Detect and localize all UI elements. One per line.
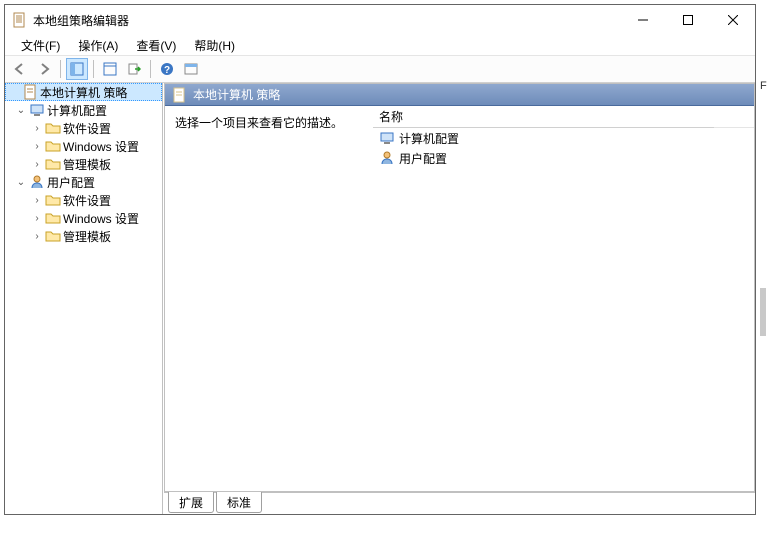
window-title: 本地组策略编辑器 bbox=[33, 12, 620, 29]
list-item-label: 用户配置 bbox=[399, 150, 447, 167]
collapse-icon[interactable]: ⌄ bbox=[15, 105, 27, 116]
computer-icon bbox=[29, 102, 45, 118]
expand-icon[interactable]: › bbox=[31, 123, 43, 134]
user-icon bbox=[29, 174, 45, 190]
tree-label: 软件设置 bbox=[63, 120, 111, 137]
toolbar-separator bbox=[60, 60, 61, 78]
content-header: 本地计算机 策略 bbox=[165, 84, 754, 106]
tree-root[interactable]: ▶ 本地计算机 策略 bbox=[5, 83, 162, 101]
tree-label: 用户配置 bbox=[47, 174, 95, 191]
tree-user-windows[interactable]: › Windows 设置 bbox=[5, 209, 162, 227]
policy-icon bbox=[171, 87, 187, 103]
tree-label: 计算机配置 bbox=[47, 102, 107, 119]
list-item-label: 计算机配置 bbox=[399, 130, 459, 147]
folder-icon bbox=[45, 156, 61, 172]
maximize-button[interactable] bbox=[665, 5, 710, 35]
background-artifact: F bbox=[760, 80, 766, 86]
tree-label: 软件设置 bbox=[63, 192, 111, 209]
list-pane: 名称 计算机配置 用户配置 bbox=[373, 106, 754, 491]
expand-icon[interactable]: › bbox=[31, 159, 43, 170]
menu-action[interactable]: 操作(A) bbox=[70, 35, 126, 56]
menubar: 文件(F) 操作(A) 查看(V) 帮助(H) bbox=[5, 35, 755, 55]
export-list-button[interactable] bbox=[123, 58, 145, 80]
tree-comp-windows[interactable]: › Windows 设置 bbox=[5, 137, 162, 155]
tabs: 扩展 标准 bbox=[164, 492, 755, 514]
filter-options-button[interactable] bbox=[180, 58, 202, 80]
content-title: 本地计算机 策略 bbox=[193, 86, 280, 103]
forward-button[interactable] bbox=[33, 58, 55, 80]
expand-icon[interactable]: › bbox=[31, 213, 43, 224]
menu-view[interactable]: 查看(V) bbox=[128, 35, 184, 56]
tree-user-software[interactable]: › 软件设置 bbox=[5, 191, 162, 209]
description-pane: 选择一个项目来查看它的描述。 bbox=[165, 106, 373, 491]
policy-icon bbox=[22, 84, 38, 100]
expand-icon[interactable]: › bbox=[31, 231, 43, 242]
close-button[interactable] bbox=[710, 5, 755, 35]
tree-label: 管理模板 bbox=[63, 228, 111, 245]
menu-help[interactable]: 帮助(H) bbox=[186, 35, 243, 56]
folder-icon bbox=[45, 138, 61, 154]
svg-text:?: ? bbox=[164, 65, 170, 76]
tree-computer-config[interactable]: ⌄ 计算机配置 bbox=[5, 101, 162, 119]
tree-user-adm[interactable]: › 管理模板 bbox=[5, 227, 162, 245]
app-icon bbox=[11, 12, 27, 28]
tree-label: Windows 设置 bbox=[63, 138, 139, 155]
toolbar-separator bbox=[150, 60, 151, 78]
toolbar: ? bbox=[5, 55, 755, 83]
folder-icon bbox=[45, 192, 61, 208]
collapse-icon[interactable]: ⌄ bbox=[15, 177, 27, 188]
column-header-name[interactable]: 名称 bbox=[373, 106, 754, 128]
folder-icon bbox=[45, 210, 61, 226]
menu-file[interactable]: 文件(F) bbox=[13, 35, 68, 56]
background-scroll-sliver bbox=[760, 288, 766, 336]
help-button[interactable]: ? bbox=[156, 58, 178, 80]
window: 本地组策略编辑器 文件(F) 操作(A) 查看(V) 帮助(H) ? ▶ bbox=[4, 4, 756, 515]
right-panel: 本地计算机 策略 选择一个项目来查看它的描述。 名称 计算机配置 bbox=[163, 83, 755, 514]
user-icon bbox=[379, 150, 395, 166]
tree-comp-software[interactable]: › 软件设置 bbox=[5, 119, 162, 137]
folder-icon bbox=[45, 228, 61, 244]
computer-icon bbox=[379, 130, 395, 146]
back-button[interactable] bbox=[9, 58, 31, 80]
tab-extended[interactable]: 扩展 bbox=[168, 492, 214, 513]
tree-user-config[interactable]: ⌄ 用户配置 bbox=[5, 173, 162, 191]
tree-root-label: 本地计算机 策略 bbox=[40, 84, 127, 101]
tree-label: 管理模板 bbox=[63, 156, 111, 173]
expand-icon[interactable]: › bbox=[31, 195, 43, 206]
description-hint: 选择一个项目来查看它的描述。 bbox=[175, 114, 363, 131]
toolbar-separator bbox=[93, 60, 94, 78]
folder-icon bbox=[45, 120, 61, 136]
body: ▶ 本地计算机 策略 ⌄ 计算机配置 › 软件设置 › Windows 设置 bbox=[5, 83, 755, 514]
tree-panel: ▶ 本地计算机 策略 ⌄ 计算机配置 › 软件设置 › Windows 设置 bbox=[5, 83, 163, 514]
list-item-computer-config[interactable]: 计算机配置 bbox=[373, 128, 754, 148]
titlebar: 本地组策略编辑器 bbox=[5, 5, 755, 35]
expand-icon[interactable]: › bbox=[31, 141, 43, 152]
list-item-user-config[interactable]: 用户配置 bbox=[373, 148, 754, 168]
show-hide-tree-button[interactable] bbox=[66, 58, 88, 80]
minimize-button[interactable] bbox=[620, 5, 665, 35]
tree-comp-adm[interactable]: › 管理模板 bbox=[5, 155, 162, 173]
tree-label: Windows 设置 bbox=[63, 210, 139, 227]
properties-button[interactable] bbox=[99, 58, 121, 80]
tab-standard[interactable]: 标准 bbox=[216, 492, 262, 513]
